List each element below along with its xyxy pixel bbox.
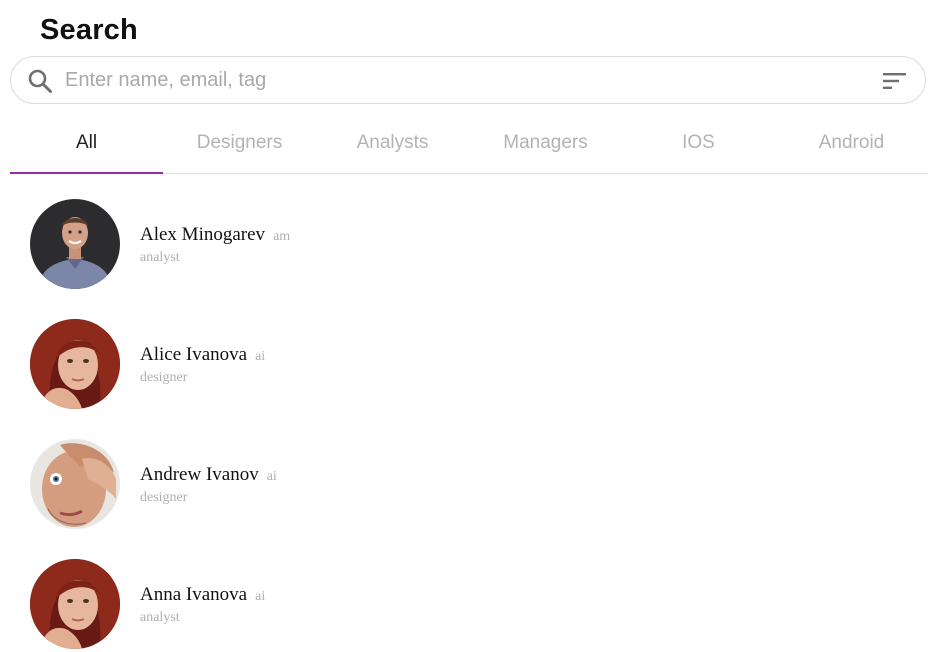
- page-title: Search: [40, 14, 138, 46]
- person-name: Andrew Ivanov: [140, 464, 259, 485]
- person-initials: am: [273, 229, 291, 244]
- avatar: [30, 559, 120, 649]
- filter-sort-icon[interactable]: [882, 71, 908, 91]
- search-bar[interactable]: [10, 56, 926, 104]
- tab-analysts[interactable]: Analysts: [316, 112, 469, 173]
- person-role: analyst: [140, 250, 180, 265]
- person-name-line: Alice Ivanova ai: [140, 344, 265, 366]
- tab-designers[interactable]: Designers: [163, 112, 316, 173]
- list-item[interactable]: Andrew Ivanov ai designer: [0, 414, 937, 534]
- search-input[interactable]: [65, 63, 845, 97]
- person-initials: ai: [255, 589, 266, 604]
- person-role: analyst: [140, 610, 180, 625]
- person-initials: ai: [255, 349, 266, 364]
- tab-all[interactable]: All: [10, 112, 163, 174]
- avatar: [30, 319, 120, 409]
- tab-android[interactable]: Android: [775, 112, 928, 173]
- person-initials: ai: [266, 469, 277, 484]
- tab-ios[interactable]: IOS: [622, 112, 775, 173]
- list-item[interactable]: Alice Ivanova ai designer: [0, 294, 937, 414]
- tab-managers[interactable]: Managers: [469, 112, 622, 173]
- person-name: Alex Minogarev: [140, 224, 266, 245]
- avatar: [30, 439, 120, 529]
- category-tabs: All Designers Analysts Managers IOS Andr…: [10, 112, 928, 174]
- person-name-line: Andrew Ivanov ai: [140, 464, 277, 486]
- avatar: [30, 199, 120, 289]
- person-role: designer: [140, 370, 188, 385]
- person-name-line: Alex Minogarev am: [140, 224, 290, 246]
- list-item[interactable]: Anna Ivanova ai analyst: [0, 534, 937, 652]
- person-role: designer: [140, 490, 188, 505]
- search-icon: [27, 68, 53, 94]
- person-name: Alice Ivanova: [140, 344, 248, 365]
- person-name: Anna Ivanova: [140, 584, 248, 605]
- person-name-line: Anna Ivanova ai: [140, 584, 265, 606]
- list-item[interactable]: Alex Minogarev am analyst: [0, 174, 937, 294]
